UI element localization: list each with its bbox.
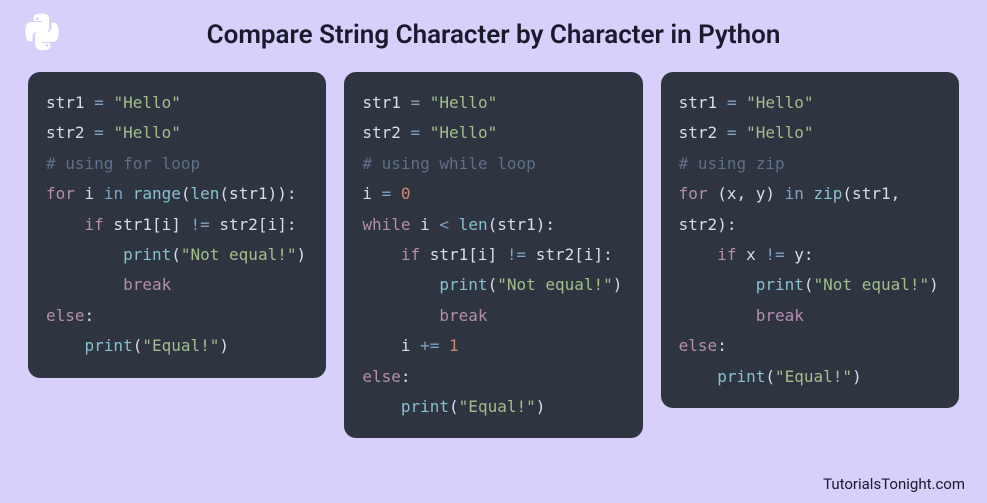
attribution-text: TutorialsTonight.com [823, 475, 965, 493]
code-panel-zip: str1 = "Hello" str2 = "Hello" # using zi… [661, 72, 959, 408]
code-panels-row: str1 = "Hello" str2 = "Hello" # using fo… [0, 50, 987, 438]
python-logo-icon [22, 12, 62, 52]
code-block: str1 = "Hello" str2 = "Hello" # using fo… [46, 88, 308, 362]
code-panel-while-loop: str1 = "Hello" str2 = "Hello" # using wh… [344, 72, 642, 438]
code-block: str1 = "Hello" str2 = "Hello" # using wh… [362, 88, 624, 422]
page-title: Compare String Character by Character in… [0, 0, 987, 50]
code-panel-for-loop: str1 = "Hello" str2 = "Hello" # using fo… [28, 72, 326, 378]
code-block: str1 = "Hello" str2 = "Hello" # using zi… [679, 88, 941, 392]
